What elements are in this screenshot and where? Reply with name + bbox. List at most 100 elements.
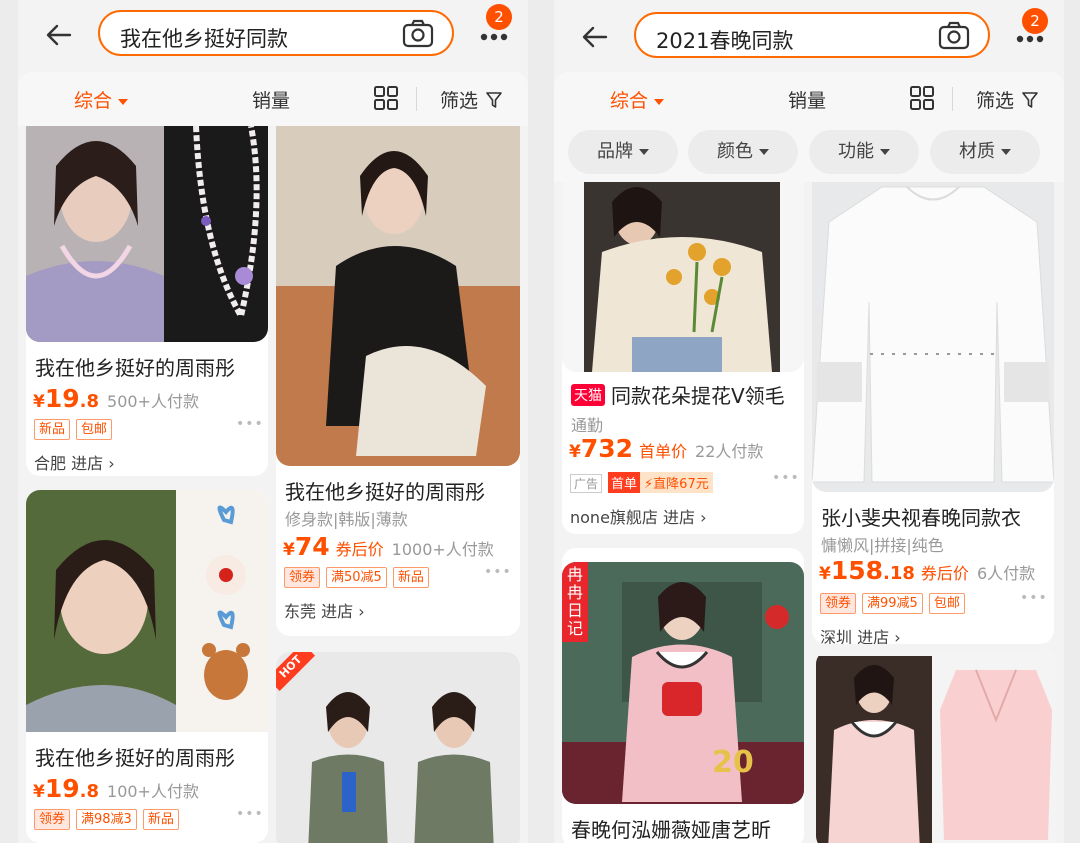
- product-title[interactable]: 我在他乡挺好的周雨彤: [35, 742, 235, 771]
- product-image[interactable]: [276, 126, 520, 466]
- tag: 新品: [392, 567, 429, 588]
- first-order-tag: 首单: [608, 472, 641, 493]
- sold-count: 22人付款: [695, 442, 764, 461]
- sort-bar: 综合 销量 筛选: [18, 72, 528, 126]
- product-card[interactable]: HOT: [276, 652, 520, 843]
- back-arrow-icon[interactable]: [578, 20, 612, 54]
- product-card[interactable]: 张小斐央视春晚同款衣 慵懒风|拼接|纯色 ¥158.18 券后价 6人付款 领券 满9…: [812, 182, 1054, 644]
- product-image[interactable]: [276, 652, 520, 843]
- product-tags: 领券 满50减5 新品: [284, 566, 435, 588]
- notification-badge: 2: [486, 4, 512, 30]
- shop-link[interactable]: none旗舰店 进店 ›: [570, 504, 707, 528]
- more-dots-icon[interactable]: •••: [772, 470, 800, 486]
- left-screen: 我在他乡挺好同款 2 综合 销量 筛选 我在他乡挺好的周雨彤 ¥19.8 500…: [18, 0, 528, 843]
- coupon-tag[interactable]: 领券: [284, 567, 321, 588]
- product-title[interactable]: 春晚何泓姗薇娅唐艺昕: [571, 814, 771, 843]
- divider: [952, 87, 953, 111]
- filter-chips: 品牌 颜色 功能 材质: [554, 126, 1064, 182]
- ad-label: 广告: [570, 474, 603, 493]
- tag: 满99减5: [862, 593, 923, 614]
- search-box[interactable]: 我在他乡挺好同款: [98, 10, 454, 56]
- caret-down-icon: [1001, 149, 1011, 155]
- product-image[interactable]: [816, 650, 1056, 843]
- camera-icon[interactable]: [938, 21, 970, 51]
- product-image[interactable]: [26, 126, 268, 342]
- tag: 包邮: [76, 419, 113, 440]
- product-price: ¥19.8 500+人付款: [33, 384, 199, 413]
- chip-color[interactable]: 颜色: [688, 130, 798, 174]
- shop-ribbon: 冉冉日记: [562, 562, 588, 642]
- filter-button[interactable]: 筛选: [976, 86, 1038, 113]
- tag: 新品: [142, 809, 179, 830]
- product-attributes: 慵懒风|拼接|纯色: [821, 536, 944, 555]
- sort-sales[interactable]: 销量: [788, 86, 826, 113]
- search-box[interactable]: 2021春晚同款: [634, 12, 990, 58]
- sold-count: 500+人付款: [107, 392, 199, 411]
- price-label: 券后价: [335, 540, 384, 559]
- product-image[interactable]: [562, 182, 804, 372]
- coupon-tag[interactable]: 领券: [820, 593, 857, 614]
- product-image[interactable]: [812, 182, 1054, 492]
- product-card[interactable]: 我在他乡挺好的周雨彤 ¥19.8 500+人付款 新品 包邮 ••• 合肥 进店 ›: [26, 126, 268, 476]
- shop-link[interactable]: 深圳 进店 ›: [820, 624, 901, 644]
- caret-down-icon: [880, 149, 890, 155]
- price-drop-tag: ⚡直降67元: [640, 472, 713, 493]
- more-dots-icon[interactable]: •••: [1020, 590, 1048, 606]
- product-price: ¥732 首单价 22人付款: [569, 434, 764, 463]
- product-card[interactable]: [816, 650, 1056, 843]
- sort-comprehensive[interactable]: 综合: [610, 86, 665, 113]
- product-card[interactable]: 我在他乡挺好的周雨彤 ¥19.8 100+人付款 领券 满98减3 新品 •••: [26, 490, 268, 843]
- product-price: ¥74 券后价 1000+人付款: [283, 532, 494, 561]
- more-dots-icon[interactable]: •••: [236, 806, 264, 822]
- more-dots-icon[interactable]: •••: [236, 416, 264, 432]
- coupon-tag[interactable]: 领券: [34, 809, 71, 830]
- product-card[interactable]: 我在他乡挺好的周雨彤 修身款|韩版|薄款 ¥74 券后价 1000+人付款 领券 满5…: [276, 126, 520, 636]
- search-query[interactable]: 2021春晚同款: [656, 25, 793, 55]
- shop-link[interactable]: 东莞 进店 ›: [284, 598, 365, 622]
- filter-icon: [486, 92, 502, 108]
- more-dots-icon[interactable]: •••: [484, 564, 512, 580]
- sort-comprehensive[interactable]: 综合: [74, 86, 129, 113]
- sort-bar: 综合 销量 筛选: [554, 72, 1064, 126]
- tag: 新品: [34, 419, 71, 440]
- tag: 包邮: [928, 593, 965, 614]
- tag: 满98减3: [76, 809, 137, 830]
- sort-sales[interactable]: 销量: [252, 86, 290, 113]
- product-tags: 领券 满99减5 包邮: [820, 592, 971, 614]
- filter-button[interactable]: 筛选: [440, 86, 502, 113]
- shop-link[interactable]: 合肥 进店 ›: [34, 450, 115, 474]
- product-subtitle: 通勤: [571, 416, 604, 435]
- back-arrow-icon[interactable]: [42, 18, 76, 52]
- product-card[interactable]: 20 冉冉日记 春晚何泓姗薇娅唐艺昕: [562, 548, 804, 843]
- product-image[interactable]: [26, 490, 268, 732]
- top-bar: 我在他乡挺好同款 2: [18, 0, 528, 72]
- chip-brand[interactable]: 品牌: [568, 130, 678, 174]
- tag: 满50减5: [326, 567, 387, 588]
- sold-count: 100+人付款: [107, 782, 199, 801]
- product-title[interactable]: 天猫 同款花朵提花V领毛: [571, 380, 785, 409]
- grid-view-icon[interactable]: [909, 85, 935, 111]
- filter-icon: [1022, 92, 1038, 108]
- product-price: ¥19.8 100+人付款: [33, 774, 199, 803]
- search-query[interactable]: 我在他乡挺好同款: [120, 23, 288, 53]
- notification-badge: 2: [1022, 8, 1048, 34]
- top-bar: 2021春晚同款 2: [554, 0, 1064, 72]
- sold-count: 6人付款: [976, 564, 1036, 583]
- product-title[interactable]: 张小斐央视春晚同款衣: [821, 502, 1021, 531]
- chip-function[interactable]: 功能: [809, 130, 919, 174]
- product-tags: 广告 首单 ⚡直降67元: [570, 472, 719, 493]
- right-screen: 2021春晚同款 2 综合 销量 筛选 品牌 颜色 功能 材质 天猫 同款花朵提…: [554, 0, 1064, 843]
- camera-icon[interactable]: [402, 19, 434, 49]
- grid-view-icon[interactable]: [373, 85, 399, 111]
- divider: [416, 87, 417, 111]
- product-card[interactable]: 天猫 同款花朵提花V领毛 通勤 ¥732 首单价 22人付款 广告 首单 ⚡直降67元 •…: [562, 182, 804, 534]
- product-tags: 新品 包邮: [34, 418, 118, 440]
- product-image[interactable]: 20 冉冉日记: [562, 562, 804, 804]
- caret-down-icon: [639, 149, 649, 155]
- sold-count: 1000+人付款: [391, 540, 494, 559]
- product-title[interactable]: 我在他乡挺好的周雨彤: [35, 352, 235, 381]
- price-label: 券后价: [920, 564, 969, 583]
- chip-material[interactable]: 材质: [930, 130, 1040, 174]
- caret-down-icon: [654, 98, 665, 105]
- product-title[interactable]: 我在他乡挺好的周雨彤: [285, 476, 485, 505]
